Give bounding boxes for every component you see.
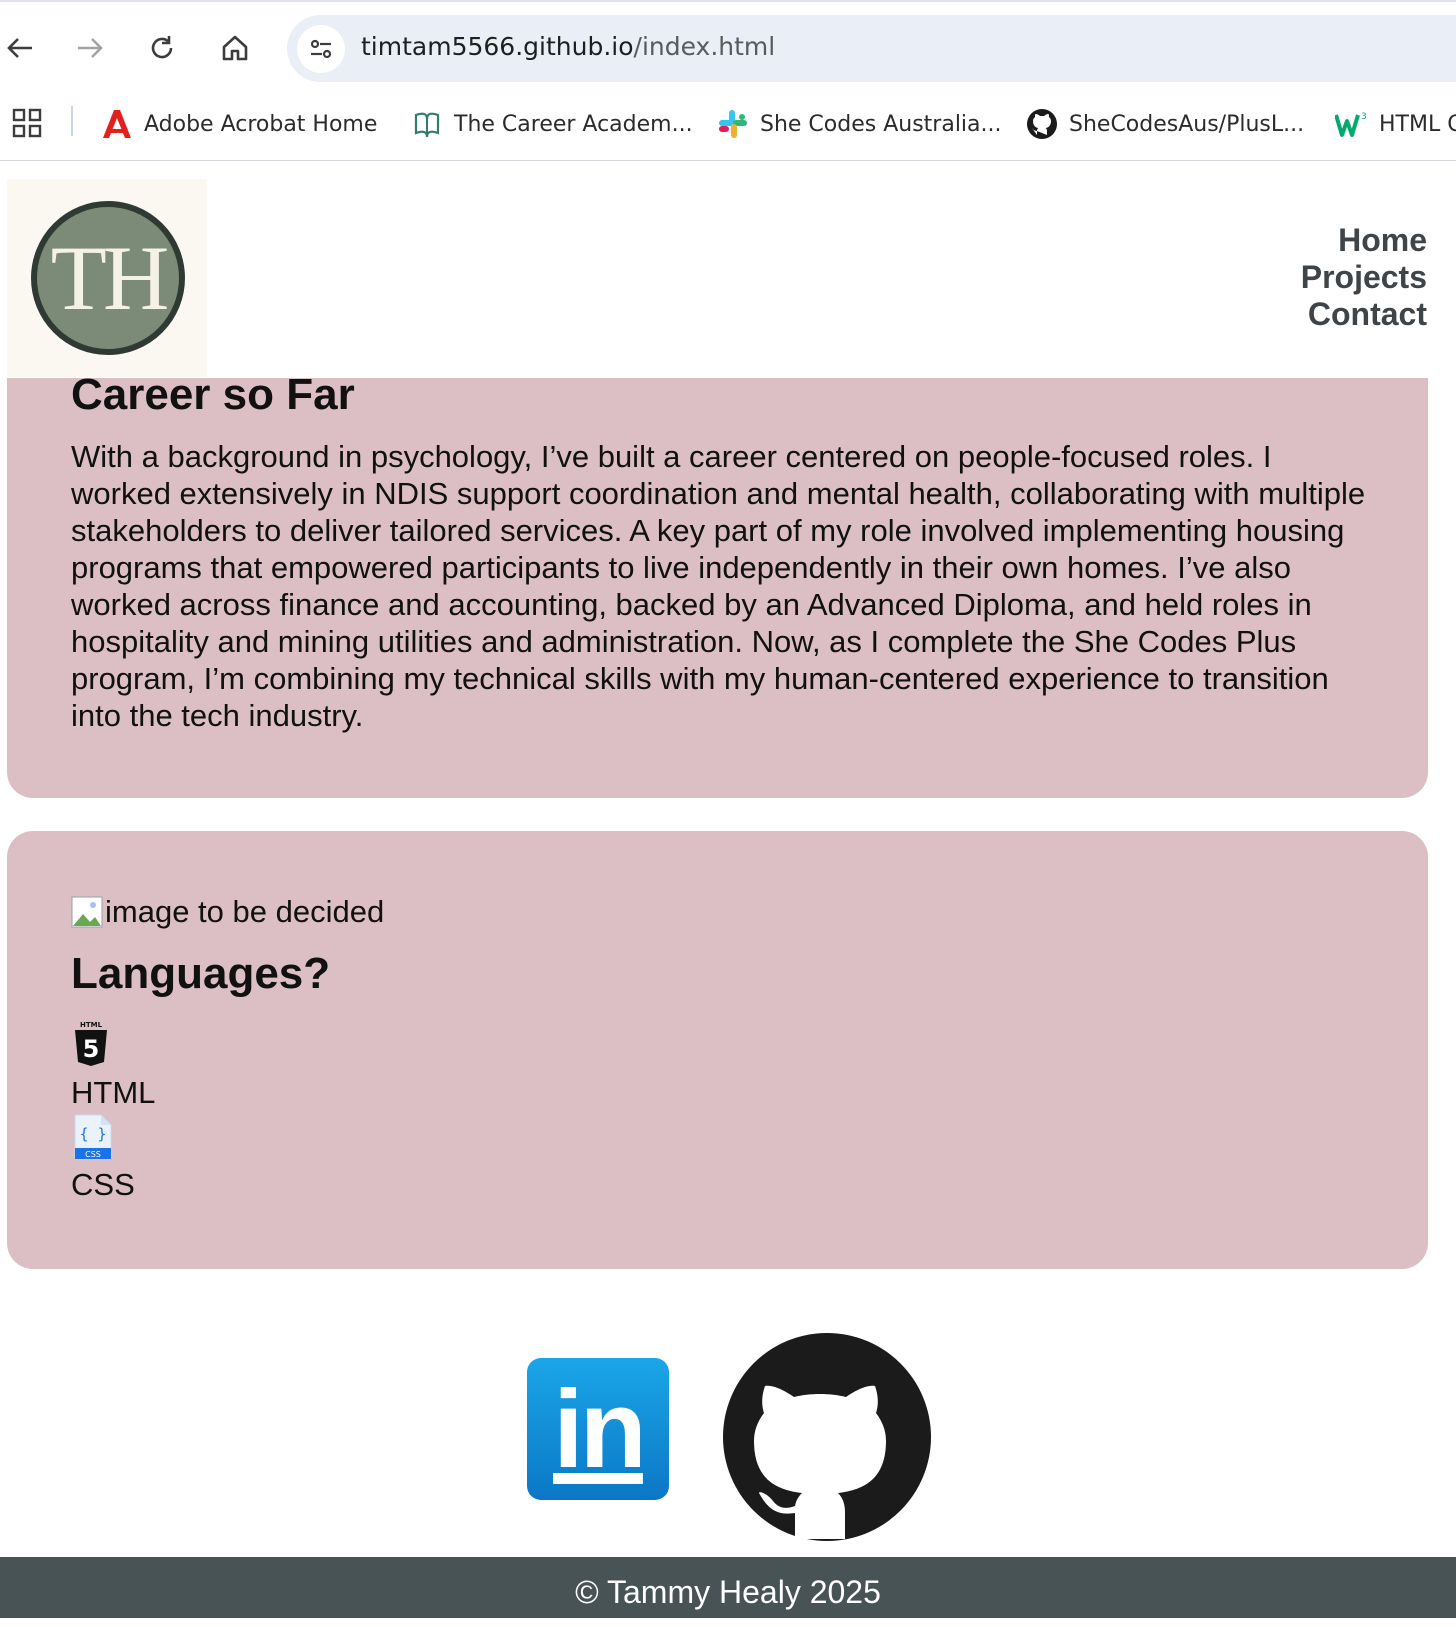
bookmark-label: Adobe Acrobat Home [144, 111, 378, 137]
career-section: Career so Far With a background in psych… [7, 370, 1428, 798]
logo-text: TH [50, 227, 170, 329]
language-label-html: HTML [71, 1075, 156, 1110]
site-info-button[interactable] [297, 25, 345, 73]
html5-badge-text: HTML [80, 1021, 103, 1029]
language-label-css: CSS [71, 1167, 135, 1202]
career-title: Career so Far [71, 370, 355, 419]
logo: TH [31, 201, 185, 355]
nav-projects-link[interactable]: Projects [1301, 259, 1427, 296]
html5-icon: HTML 5 [73, 1019, 109, 1072]
broken-image-icon [71, 896, 103, 928]
bookmark-label: HTML C [1379, 111, 1456, 137]
footer-copyright: © Tammy Healy 2025 [575, 1574, 881, 1610]
svg-text:3: 3 [1361, 112, 1367, 122]
reload-icon [151, 36, 173, 59]
adobe-acrobat-icon [100, 107, 134, 141]
w3schools-icon: 3 [1335, 107, 1369, 141]
forward-button[interactable] [70, 28, 110, 68]
bookmark-adobe-acrobat[interactable]: Adobe Acrobat Home [100, 104, 377, 144]
back-button[interactable] [0, 28, 40, 68]
url-text: timtam5566.github.io/index.html [361, 32, 775, 61]
home-icon [222, 35, 248, 61]
reload-button[interactable] [142, 28, 182, 68]
page-footer: © Tammy Healy 2025 [0, 1557, 1456, 1618]
nav-contact-link[interactable]: Contact [1301, 296, 1427, 333]
slack-icon [716, 107, 750, 141]
github-icon[interactable] [723, 1333, 931, 1541]
career-academy-icon [410, 107, 444, 141]
bookmark-label: The Career Academ... [454, 111, 693, 137]
bookmark-w3schools[interactable]: 3 HTML C [1335, 104, 1456, 144]
home-button[interactable] [215, 28, 255, 68]
bookmark-shecodesaus-github[interactable]: SheCodesAus/PlusL... [1025, 104, 1304, 144]
css-glyph: { } [79, 1125, 106, 1143]
arrow-right-icon [78, 38, 103, 58]
bookmark-label: SheCodesAus/PlusL... [1069, 111, 1305, 137]
address-bar[interactable]: timtam5566.github.io/index.html [287, 15, 1456, 82]
css-badge-text: CSS [85, 1150, 101, 1159]
apps-grid-icon[interactable] [12, 108, 42, 138]
url-host: timtam5566.github.io [361, 32, 634, 61]
languages-title: Languages? [71, 949, 331, 998]
languages-section: image to be decided Languages? HTML 5 HT… [7, 831, 1428, 1269]
bookmark-label: She Codes Australia... [760, 111, 1002, 137]
placeholder-image: image to be decided [71, 894, 384, 930]
github-icon [1025, 107, 1059, 141]
css-file-icon: { } CSS [73, 1113, 113, 1166]
tune-icon [310, 39, 332, 59]
placeholder-image-alt: image to be decided [105, 894, 385, 929]
bookmark-she-codes-slack[interactable]: She Codes Australia... [716, 104, 1002, 144]
linkedin-icon-text: in [553, 1367, 647, 1491]
bookmark-career-academy[interactable]: The Career Academ... [410, 104, 693, 144]
nav-home-link[interactable]: Home [1301, 222, 1427, 259]
url-path: /index.html [633, 32, 776, 61]
browser-toolbar: timtam5566.github.io/index.html [0, 2, 1456, 92]
logo-container[interactable]: TH [7, 179, 207, 377]
arrow-left-icon [7, 38, 32, 58]
career-body: With a background in psychology, I’ve bu… [71, 439, 1366, 733]
main-nav: Home Projects Contact [1301, 222, 1427, 333]
html5-glyph: 5 [83, 1035, 100, 1063]
bookmarks-bar: Adobe Acrobat Home The Career Academ... … [0, 94, 1456, 161]
bookmarks-separator [71, 106, 73, 136]
linkedin-icon[interactable]: in [527, 1358, 669, 1500]
